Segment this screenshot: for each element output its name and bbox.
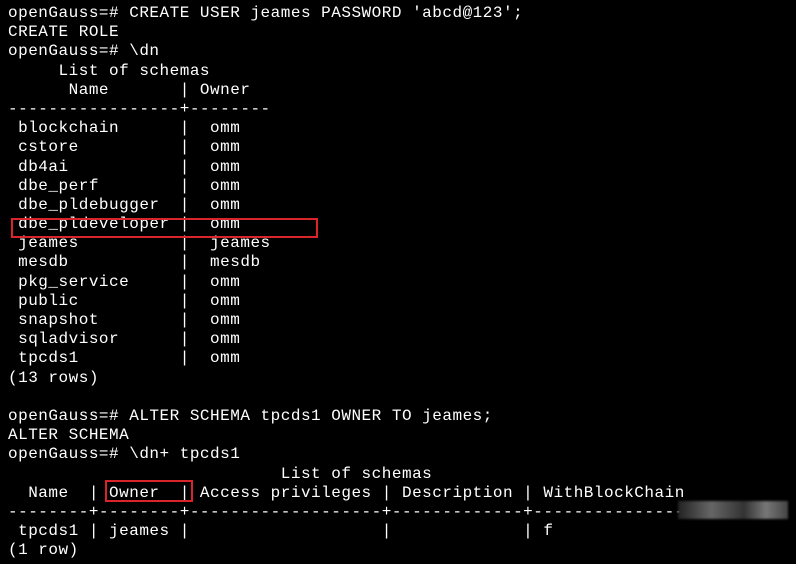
cell-name: dbe_pldebugger [8, 196, 160, 214]
cell-owner: omm [210, 349, 240, 367]
table-row: cstore | omm [8, 138, 788, 157]
table-row: snapshot | omm [8, 311, 788, 330]
cell-name: cstore [8, 138, 79, 156]
result-alter-schema: ALTER SCHEMA [8, 426, 788, 445]
table-row: blockchain | omm [8, 119, 788, 138]
cell-owner: omm [210, 330, 240, 348]
cell-owner: omm [210, 292, 240, 310]
cell-owner: omm [210, 196, 240, 214]
divider-2: --------+--------+-------------------+--… [8, 503, 788, 522]
artifact-smear [678, 501, 788, 519]
cell-name: snapshot [8, 311, 99, 329]
table-row: dbe_perf | omm [8, 177, 788, 196]
cell-name: blockchain [8, 119, 119, 137]
cmd-create-user: openGauss=# CREATE USER jeames PASSWORD … [8, 4, 788, 23]
cell-owner: omm [210, 311, 240, 329]
table-row: public | omm [8, 292, 788, 311]
cell-name: tpcds1 [8, 349, 79, 367]
cell-owner: omm [210, 177, 240, 195]
highlight-box-jeames-row [11, 218, 318, 238]
cell-owner: omm [210, 119, 240, 137]
cell-owner: omm [210, 138, 240, 156]
cell-owner: omm [210, 158, 240, 176]
cmd-alter-schema: openGauss=# ALTER SCHEMA tpcds1 OWNER TO… [8, 407, 788, 426]
table-row: dbe_pldebugger | omm [8, 196, 788, 215]
table-row: pkg_service | omm [8, 273, 788, 292]
cell-name: sqladvisor [8, 330, 119, 348]
divider: -----------------+-------- [8, 100, 788, 119]
header-name-owner: Name | Owner [8, 81, 788, 100]
row-count: (13 rows) [8, 369, 788, 388]
table-row: db4ai | omm [8, 158, 788, 177]
title-list-schemas: List of schemas [8, 62, 788, 81]
cell-name: dbe_perf [8, 177, 99, 195]
table-row: tpcds1 | omm [8, 349, 788, 368]
cell-name: pkg_service [8, 273, 129, 291]
cell-name: db4ai [8, 158, 69, 176]
result-create-role: CREATE ROLE [8, 23, 788, 42]
cell-owner: mesdb [210, 253, 261, 271]
cmd-dn-plus: openGauss=# \dn+ tpcds1 [8, 445, 788, 464]
table-row: mesdb | mesdb [8, 253, 788, 272]
cell-owner: omm [210, 273, 240, 291]
blank-line [8, 388, 788, 407]
cmd-dn: openGauss=# \dn [8, 42, 788, 61]
row-count-2: (1 row) [8, 541, 788, 560]
cell-name: mesdb [8, 253, 69, 271]
cell-name: public [8, 292, 79, 310]
table-row: sqladvisor | omm [8, 330, 788, 349]
highlight-box-jeames-owner [105, 480, 193, 502]
